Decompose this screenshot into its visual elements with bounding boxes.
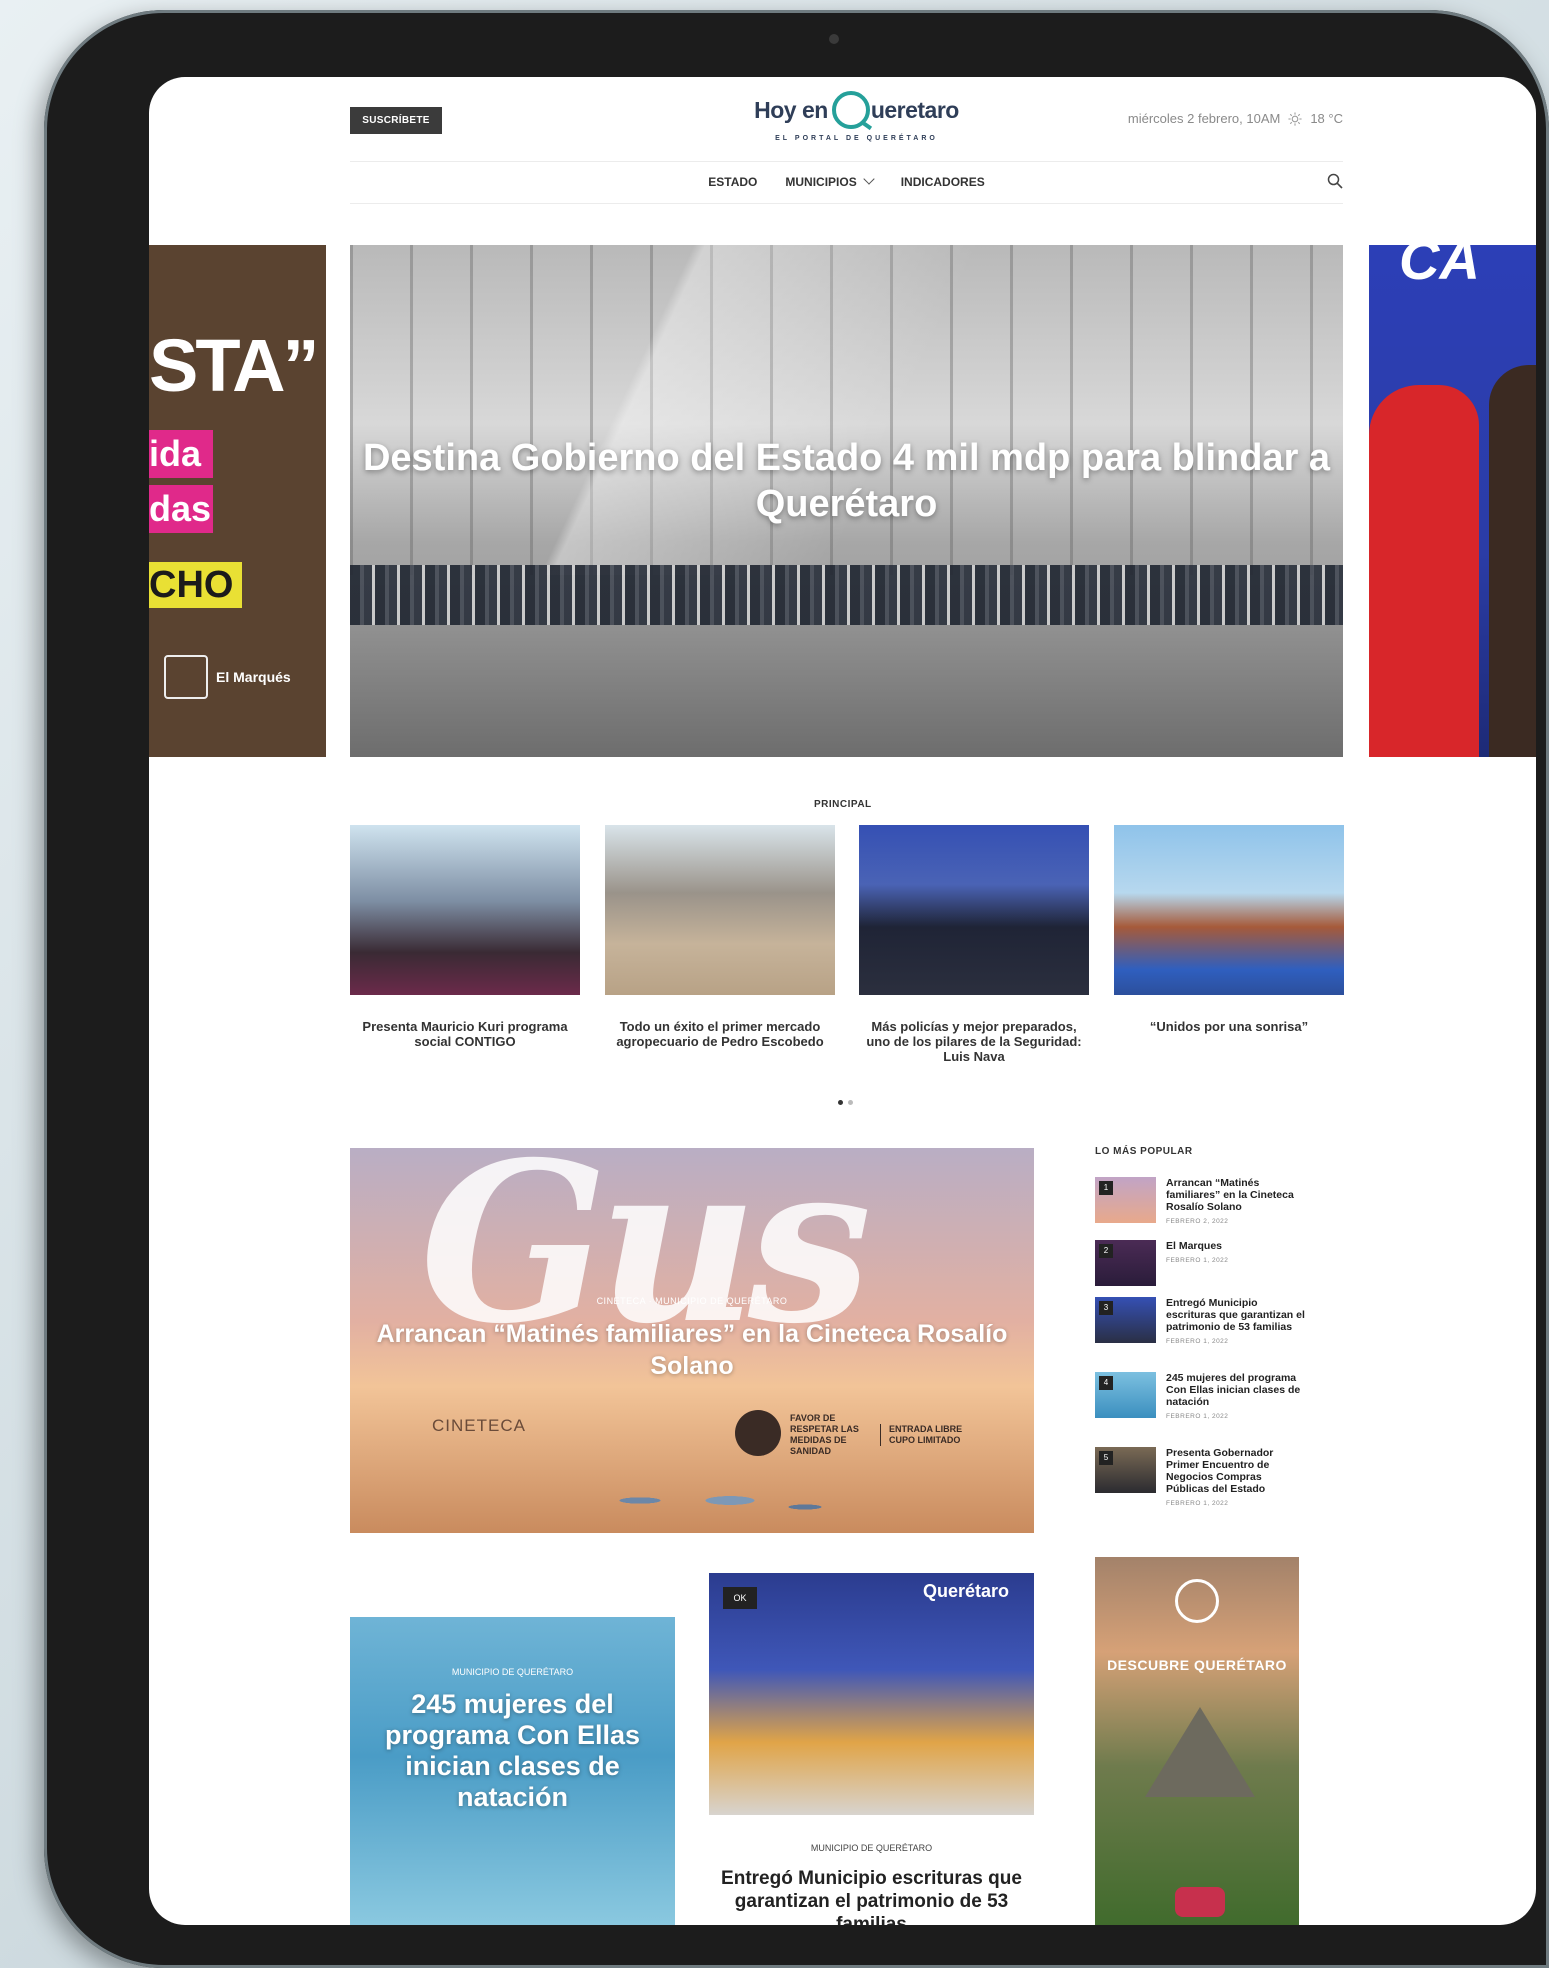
rank-badge: 1 [1099, 1181, 1113, 1195]
news-card-image[interactable] [859, 825, 1089, 995]
carousel-dots[interactable] [838, 1100, 853, 1105]
ad-text: DESCUBRE QUERÉTARO [1107, 1657, 1287, 1673]
logo-q-icon [831, 91, 870, 129]
logo-tagline: EL PORTAL DE QUERÉTARO [775, 135, 938, 142]
article-image[interactable]: OK Querétaro [709, 1573, 1034, 1815]
chevron-down-icon [863, 173, 875, 185]
carousel-dot[interactable] [848, 1100, 853, 1105]
image-badge: OK [723, 1587, 757, 1609]
queretaro-logo: Querétaro [922, 1581, 1009, 1601]
popular-title[interactable]: 245 mujeres del programa Con Ellas inici… [1166, 1372, 1305, 1408]
el-marques-logo: El Marqués [164, 655, 291, 699]
subscribe-button[interactable]: SUSCRÍBETE [350, 107, 442, 134]
news-card-image[interactable] [1114, 825, 1344, 995]
popular-title[interactable]: Entregó Municipio escrituras que garanti… [1166, 1297, 1305, 1333]
rank-badge: 4 [1099, 1376, 1113, 1390]
slide-image-person [1369, 385, 1479, 757]
rank-badge: 2 [1099, 1244, 1113, 1258]
popular-thumb[interactable]: 5 [1095, 1447, 1156, 1493]
article-title[interactable]: Entregó Municipio escrituras que garanti… [709, 1867, 1034, 1925]
popular-date: FEBRERO 1, 2022 [1166, 1338, 1229, 1345]
slide-text: CA [1399, 245, 1480, 291]
news-card-image[interactable] [605, 825, 835, 995]
article-category[interactable]: CINETECA · MUNICIPIO DE QUERÉTARO [350, 1296, 1034, 1306]
carousel-dot[interactable] [838, 1100, 843, 1105]
slide-text: das [149, 485, 213, 533]
queretaro-q-icon [1175, 1579, 1219, 1623]
nav-divider [350, 203, 1343, 204]
nav-item-municipios-label: MUNICIPIOS [785, 175, 857, 189]
popular-thumb[interactable]: 4 [1095, 1372, 1156, 1418]
current-date: miércoles 2 febrero, 10AM [1127, 111, 1281, 126]
popular-item[interactable]: 5 Presenta Gobernador Primer Encuentro d… [1095, 1447, 1305, 1507]
section-label-principal: PRINCIPAL [814, 799, 872, 810]
logo-text-hoy: Hoy en [754, 96, 828, 123]
news-card-title[interactable]: Presenta Mauricio Kuri programa social C… [350, 1019, 580, 1049]
carousel-next-slide[interactable]: CA [1369, 245, 1536, 757]
rank-badge: 3 [1099, 1301, 1113, 1315]
article-card-swim[interactable]: MUNICIPIO DE QUERÉTARO 245 mujeres del p… [350, 1617, 675, 1925]
popular-item[interactable]: 4 245 mujeres del programa Con Ellas ini… [1095, 1372, 1305, 1420]
hero-image-police-line [350, 565, 1343, 625]
temperature: 18 °C [1310, 111, 1343, 126]
site-logo[interactable]: Hoy en ueretaro EL PORTAL DE QUERÉTARO [744, 87, 969, 157]
brand-text: El Marqués [216, 669, 291, 685]
popular-date: FEBRERO 1, 2022 [1166, 1413, 1229, 1420]
shoes-graphic [1175, 1887, 1225, 1917]
popular-item[interactable]: 1 Arrancan “Matinés familiares” en la Ci… [1095, 1177, 1305, 1225]
popular-title[interactable]: Presenta Gobernador Primer Encuentro de … [1166, 1447, 1305, 1495]
nav-item-indicadores[interactable]: INDICADORES [901, 175, 985, 189]
hero-title[interactable]: Destina Gobierno del Estado 4 mil mdp pa… [350, 435, 1343, 527]
ad-banner[interactable]: DESCUBRE QUERÉTARO [1095, 1557, 1299, 1925]
popular-item[interactable]: 2 El Marques FEBRERO 1, 2022 [1095, 1240, 1305, 1286]
sun-icon [1288, 111, 1302, 126]
article-category[interactable]: MUNICIPIO DE QUERÉTARO [350, 1667, 675, 1677]
article-category[interactable]: MUNICIPIO DE QUERÉTARO [709, 1843, 1034, 1853]
main-nav: ESTADO MUNICIPIOS INDICADORES [350, 162, 1343, 202]
slide-text: CHO [149, 562, 242, 608]
carousel-prev-slide[interactable]: STA” ida das CHO El Marqués [149, 245, 326, 757]
camera [829, 34, 839, 44]
popular-item[interactable]: 3 Entregó Municipio escrituras que garan… [1095, 1297, 1305, 1345]
logo-text-queretaro: ueretaro [870, 96, 960, 123]
nav-item-municipios[interactable]: MUNICIPIOS [785, 173, 875, 189]
poster-birds [550, 1468, 850, 1533]
popular-date: FEBRERO 1, 2022 [1166, 1257, 1229, 1264]
featured-article[interactable]: Gus CINETECA · MUNICIPIO DE QUERÉTARO Ar… [350, 1148, 1034, 1533]
news-card[interactable]: Presenta Mauricio Kuri programa social C… [350, 825, 580, 1049]
popular-date: FEBRERO 2, 2022 [1166, 1218, 1229, 1225]
article-title[interactable]: 245 mujeres del programa Con Ellas inici… [350, 1689, 675, 1813]
slide-text: ida [149, 430, 213, 478]
cineteca-logo: CINETECA [432, 1416, 526, 1435]
date-weather: miércoles 2 febrero, 10AM 18 °C [1128, 111, 1343, 126]
news-card-image[interactable] [350, 825, 580, 995]
popular-thumb[interactable]: 1 [1095, 1177, 1156, 1223]
news-card-title[interactable]: Todo un éxito el primer mercado agropecu… [605, 1019, 835, 1049]
popular-thumb[interactable]: 2 [1095, 1240, 1156, 1286]
news-card[interactable]: “Unidos por una sonrisa” [1114, 825, 1344, 1034]
slide-text: STA” [149, 324, 320, 407]
news-card-title[interactable]: “Unidos por una sonrisa” [1114, 1019, 1344, 1034]
popular-title[interactable]: El Marques [1166, 1240, 1228, 1252]
article-title[interactable]: Arrancan “Matinés familiares” en la Cine… [350, 1318, 1034, 1382]
popular-thumb[interactable]: 3 [1095, 1297, 1156, 1343]
rank-badge: 5 [1099, 1451, 1113, 1465]
news-card[interactable]: Todo un éxito el primer mercado agropecu… [605, 825, 835, 1049]
seal-icon [164, 655, 208, 699]
mountain-graphic [1145, 1707, 1255, 1797]
tablet-frame: SUSCRÍBETE Hoy en ueretaro EL PORTAL DE … [44, 10, 1549, 1968]
mask-icon [735, 1410, 781, 1456]
hero-slide[interactable]: Destina Gobierno del Estado 4 mil mdp pa… [350, 245, 1343, 757]
poster-notice: FAVOR DE RESPETAR LAS MEDIDAS DE SANIDAD [790, 1413, 859, 1456]
search-icon[interactable] [1327, 173, 1343, 189]
news-card-title[interactable]: Más policías y mejor preparados, uno de … [859, 1019, 1089, 1064]
poster-notice: ENTRADA LIBRE CUPO LIMITADO [880, 1424, 969, 1446]
browser-screen: SUSCRÍBETE Hoy en ueretaro EL PORTAL DE … [149, 77, 1536, 1925]
slide-image-person [1489, 365, 1536, 757]
popular-date: FEBRERO 1, 2022 [1166, 1500, 1229, 1507]
nav-item-estado[interactable]: ESTADO [708, 175, 757, 189]
popular-title[interactable]: Arrancan “Matinés familiares” en la Cine… [1166, 1177, 1305, 1213]
section-label-popular: LO MÁS POPULAR [1095, 1146, 1193, 1157]
news-card[interactable]: Más policías y mejor preparados, uno de … [859, 825, 1089, 1064]
